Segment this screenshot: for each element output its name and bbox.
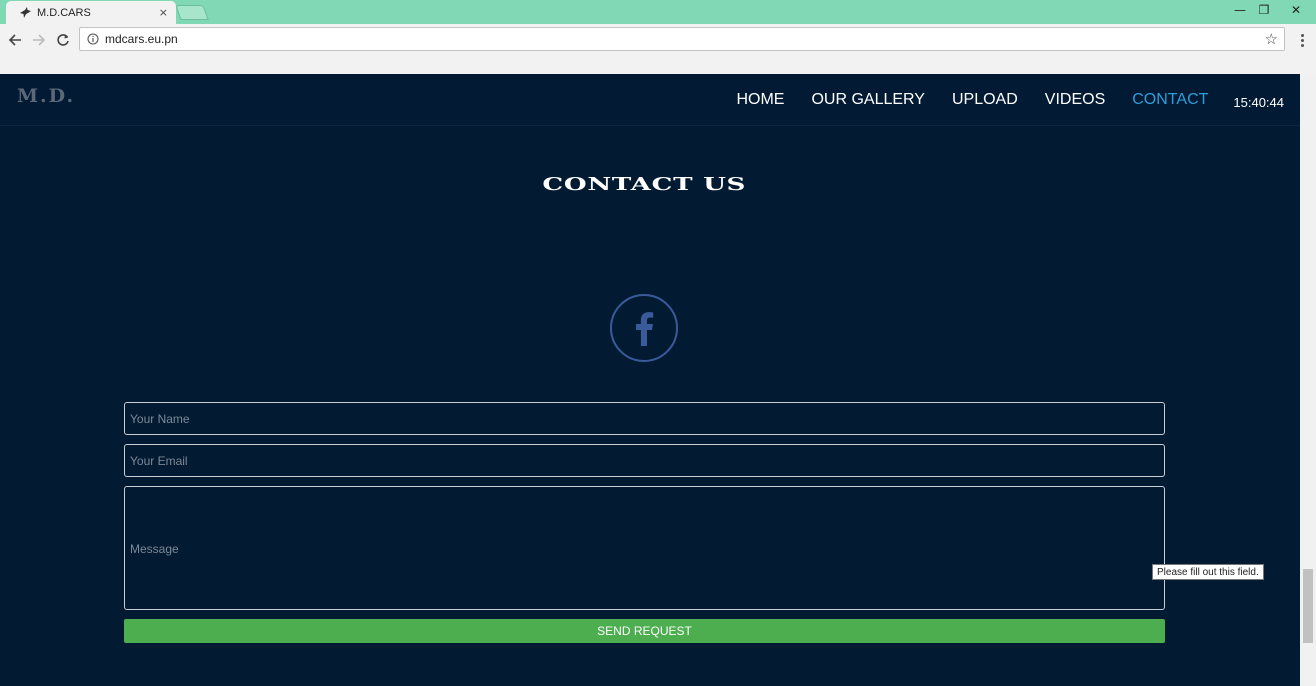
- shark-favicon-icon: [18, 6, 32, 20]
- url-text: mdcars.eu.pn: [105, 32, 178, 46]
- forward-arrow-icon[interactable]: [29, 30, 49, 50]
- main-nav: HOME OUR GALLERY UPLOAD VIDEOS CONTACT 1…: [736, 88, 1300, 112]
- bookmark-star-icon[interactable]: ☆: [1265, 30, 1278, 48]
- back-arrow-icon[interactable]: [5, 30, 25, 50]
- page-viewport: M.D. HOME OUR GALLERY UPLOAD VIDEOS CONT…: [0, 74, 1300, 686]
- info-icon[interactable]: [87, 30, 99, 49]
- browser-tab-bar: M.D.CARS × — ❐ ✕: [0, 0, 1316, 24]
- nav-upload[interactable]: UPLOAD: [952, 91, 1018, 109]
- tab-title: M.D.CARS: [37, 6, 91, 19]
- name-field[interactable]: [124, 402, 1165, 435]
- new-tab-button[interactable]: [175, 5, 209, 20]
- nav-videos[interactable]: VIDEOS: [1045, 91, 1105, 109]
- tab-close-icon[interactable]: ×: [159, 6, 168, 19]
- site-logo[interactable]: M.D.: [17, 85, 75, 107]
- browser-tab[interactable]: M.D.CARS ×: [6, 1, 176, 24]
- validation-tooltip: Please fill out this field.: [1152, 564, 1264, 580]
- toolbar-spacer: [0, 55, 1316, 74]
- reload-icon[interactable]: [53, 30, 73, 50]
- address-bar[interactable]: mdcars.eu.pn ☆: [79, 27, 1285, 51]
- facebook-icon: [636, 312, 654, 346]
- email-field[interactable]: [124, 444, 1165, 477]
- facebook-link[interactable]: [610, 294, 678, 362]
- nav-home[interactable]: HOME: [736, 91, 784, 109]
- browser-menu-icon[interactable]: [1296, 30, 1308, 50]
- nav-our-gallery[interactable]: OUR GALLERY: [811, 91, 925, 109]
- clock: 15:40:44: [1233, 94, 1284, 110]
- contact-title-text: CONTACT US: [542, 174, 746, 195]
- scrollbar-thumb[interactable]: [1303, 569, 1313, 643]
- contact-title: CONTACT US: [0, 174, 1288, 195]
- nav-contact[interactable]: CONTACT: [1132, 91, 1208, 109]
- window-close-icon[interactable]: ✕: [1282, 0, 1310, 20]
- message-field[interactable]: [124, 486, 1165, 610]
- send-request-button[interactable]: SEND REQUEST: [124, 619, 1165, 643]
- page-scrollbar[interactable]: [1300, 74, 1316, 686]
- browser-toolbar: mdcars.eu.pn ☆: [0, 24, 1316, 55]
- restore-icon[interactable]: ❐: [1250, 0, 1278, 20]
- site-header: M.D. HOME OUR GALLERY UPLOAD VIDEOS CONT…: [0, 74, 1300, 126]
